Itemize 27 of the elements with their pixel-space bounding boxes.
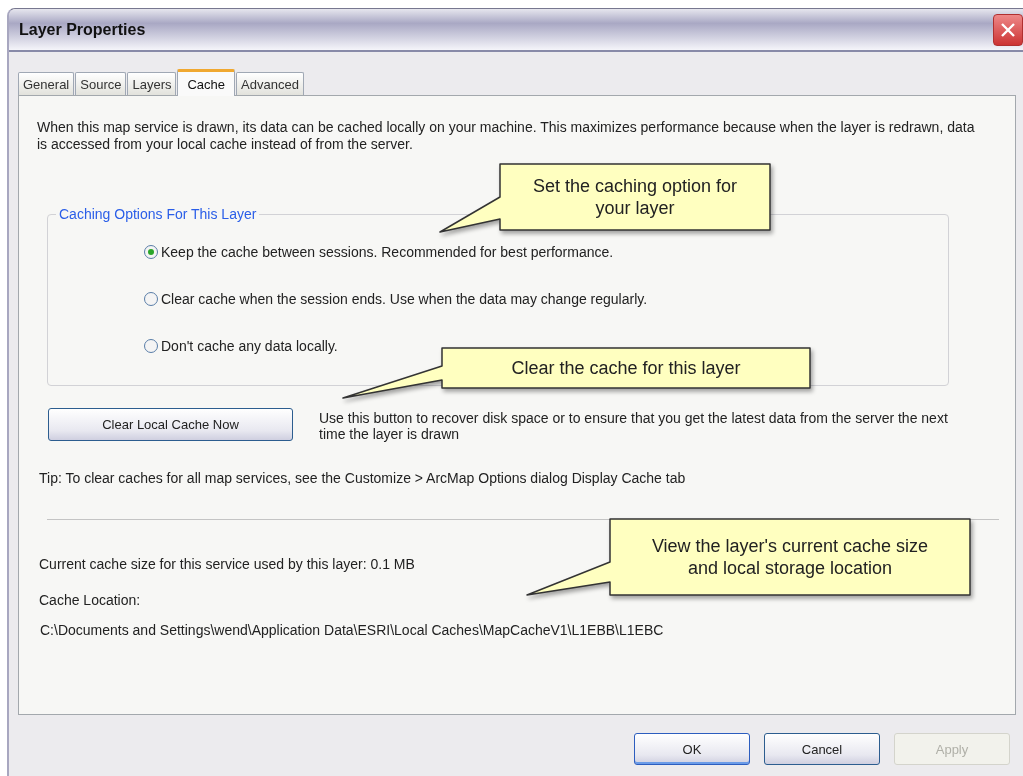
cache-size-text: Current cache size for this service used by this layer: 0.1 MB <box>39 556 415 572</box>
tab[interactable]: Advanced <box>236 72 304 95</box>
radio-option[interactable]: Don't cache any data locally. <box>144 322 338 369</box>
close-icon <box>999 20 1017 39</box>
tab[interactable]: Source <box>75 72 127 95</box>
callout-text: Clear the cache for this layer <box>511 357 741 379</box>
callout-text: View the layer's current cache size and local storage location <box>650 535 930 579</box>
tab[interactable]: Cache <box>177 69 236 96</box>
close-button[interactable] <box>993 13 1023 46</box>
radio-button[interactable] <box>144 291 158 306</box>
callout-text: Set the caching option for your layer <box>531 175 739 219</box>
clear-description: Use this button to recover disk space or to ensure that you get the latest data from the server the next time the layer is drawn <box>319 410 949 442</box>
dialog-button[interactable]: OK <box>634 733 750 765</box>
radio-button[interactable] <box>144 244 158 259</box>
radio-option[interactable]: Clear cache when the session ends. Use when the data may change regularly. <box>144 275 648 322</box>
tab[interactable]: General <box>18 72 75 95</box>
group-title: Caching Options For This Layer <box>56 206 260 222</box>
tab[interactable]: Layers <box>127 72 177 95</box>
cache-location-label: Cache Location: <box>39 592 141 608</box>
radio-button[interactable] <box>144 338 158 353</box>
clear-cache-button[interactable]: Clear Local Cache Now <box>48 408 293 441</box>
dialog-button[interactable]: Cancel <box>764 733 880 765</box>
intro-text: When this map service is drawn, its data can be cached locally on your machine. This maximizes performance because when the layer is redrawn, data is accessed from your local cache instead of from the server. <box>37 119 976 153</box>
radio-option[interactable]: Keep the cache between sessions. Recommended for best performance. <box>144 228 614 275</box>
cache-location-path: C:\Documents and Settings\wend\Application Data\ESRI\Local Caches\MapCacheV1\L1EBB\L1EBC <box>40 622 664 638</box>
window-title: Layer Properties <box>19 20 146 39</box>
tip-text: Tip: To clear caches for all map services, see the Customize > ArcMap Options dialog Display Cache tab <box>39 470 686 486</box>
